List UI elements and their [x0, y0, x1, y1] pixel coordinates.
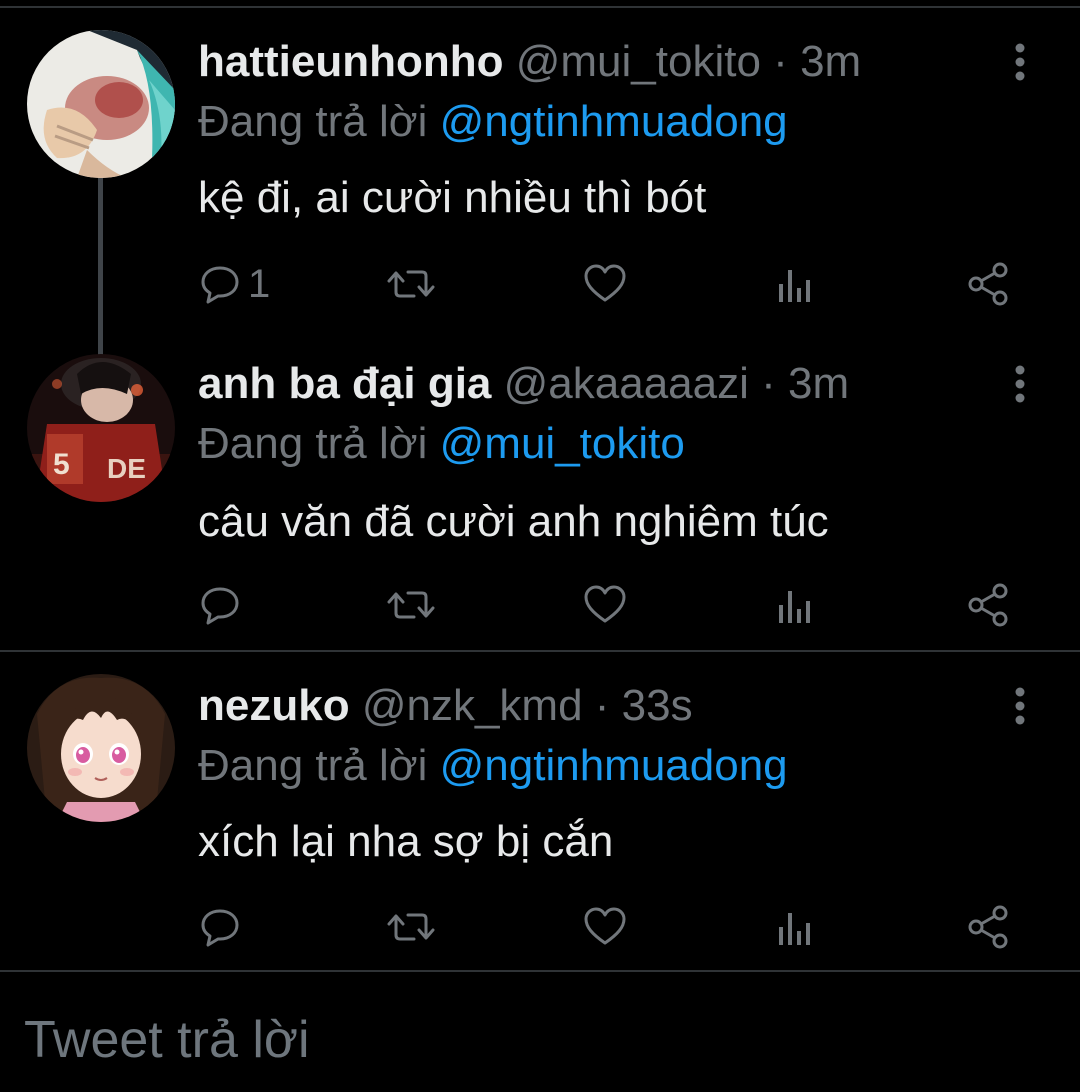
views-button[interactable] [776, 580, 816, 630]
svg-text:5: 5 [53, 448, 70, 481]
composer-divider [0, 970, 1080, 972]
heart-icon [584, 585, 626, 623]
share-icon [968, 262, 1008, 306]
replying-to-prefix: Đang trả lời [198, 419, 428, 468]
share-icon [968, 583, 1008, 627]
reply-button[interactable]: 1 [198, 259, 270, 309]
display-name[interactable]: nezuko [198, 681, 350, 730]
tweet-header: hattieunhonho @mui_tokito · 3m [198, 34, 861, 90]
reply-bubble-icon [201, 587, 239, 625]
replying-to: Đang trả lời @mui_tokito [198, 416, 685, 472]
replying-to-mention[interactable]: @ngtinhmuadong [440, 741, 788, 790]
like-button[interactable] [582, 902, 628, 952]
thread-connector-line [98, 176, 103, 356]
display-name[interactable]: hattieunhonho [198, 37, 504, 86]
views-button[interactable] [776, 902, 816, 952]
heart-icon [584, 264, 626, 302]
timestamp[interactable]: 33s [622, 681, 693, 730]
like-button[interactable] [582, 259, 628, 309]
tweet-divider [0, 650, 1080, 652]
share-button[interactable] [966, 259, 1012, 309]
replying-to-mention[interactable]: @mui_tokito [440, 419, 685, 468]
user-handle[interactable]: @mui_tokito [516, 37, 761, 86]
replying-to-prefix: Đang trả lời [198, 741, 428, 790]
user-handle[interactable]: @nzk_kmd [362, 681, 583, 730]
separator-dot: · [773, 37, 788, 86]
replying-to: Đang trả lời @ngtinhmuadong [198, 94, 788, 150]
svg-text:DE: DE [107, 453, 146, 484]
analytics-bar-icon [779, 591, 810, 623]
top-divider [0, 6, 1080, 8]
avatar[interactable]: 5 DE [27, 354, 175, 502]
more-options-button[interactable] [1000, 42, 1040, 82]
share-icon [968, 905, 1008, 949]
tweet-header: anh ba đại gia @akaaaaazi · 3m [198, 356, 849, 412]
share-button[interactable] [966, 902, 1012, 952]
retweet-icon [387, 591, 435, 619]
retweet-button[interactable] [386, 580, 436, 630]
retweet-button[interactable] [386, 259, 436, 309]
more-vertical-icon [1015, 43, 1025, 81]
avatar[interactable] [27, 674, 175, 822]
more-options-button[interactable] [1000, 686, 1040, 726]
analytics-bar-icon [779, 913, 810, 945]
display-name[interactable]: anh ba đại gia [198, 359, 491, 408]
separator-dot: · [594, 681, 610, 730]
reply-count: 1 [248, 261, 271, 306]
separator-dot: · [761, 359, 776, 408]
reply-button[interactable] [198, 580, 248, 630]
retweet-icon [387, 270, 435, 298]
timestamp[interactable]: 3m [788, 359, 849, 408]
reply-input[interactable]: Tweet trả lời [24, 988, 310, 1092]
reply-button[interactable] [198, 902, 248, 952]
tweet-text: xích lại nha sợ bị cắn [198, 817, 614, 866]
more-options-button[interactable] [1000, 364, 1040, 404]
reply-bubble-icon [201, 266, 239, 304]
avatar-anime-girl-pink-eyes-icon [27, 674, 175, 822]
tweet-header: nezuko @nzk_kmd · 33s [198, 678, 693, 734]
retweet-icon [387, 913, 435, 941]
replying-to-prefix: Đang trả lời [198, 97, 428, 146]
tweet-text: câu văn đã cười anh nghiêm túc [198, 497, 829, 546]
avatar[interactable] [27, 30, 175, 178]
more-vertical-icon [1015, 365, 1025, 403]
reply-composer[interactable]: Tweet trả lời [0, 980, 1080, 1092]
share-button[interactable] [966, 580, 1012, 630]
replying-to-mention[interactable]: @ngtinhmuadong [440, 97, 788, 146]
more-vertical-icon [1015, 687, 1025, 725]
tweet-text: kệ đi, ai cười nhiều thì bót [198, 173, 707, 222]
avatar-anime-boy-teal-hair-icon [27, 30, 175, 178]
user-handle[interactable]: @akaaaaazi [504, 359, 749, 408]
like-button[interactable] [582, 580, 628, 630]
views-button[interactable] [776, 259, 816, 309]
timestamp[interactable]: 3m [800, 37, 861, 86]
retweet-button[interactable] [386, 902, 436, 952]
replying-to: Đang trả lời @ngtinhmuadong [198, 738, 788, 794]
avatar-anime-dark-red-icon: 5 DE [27, 354, 175, 502]
reply-bubble-icon [201, 909, 239, 947]
analytics-bar-icon [779, 270, 810, 302]
heart-icon [584, 907, 626, 945]
